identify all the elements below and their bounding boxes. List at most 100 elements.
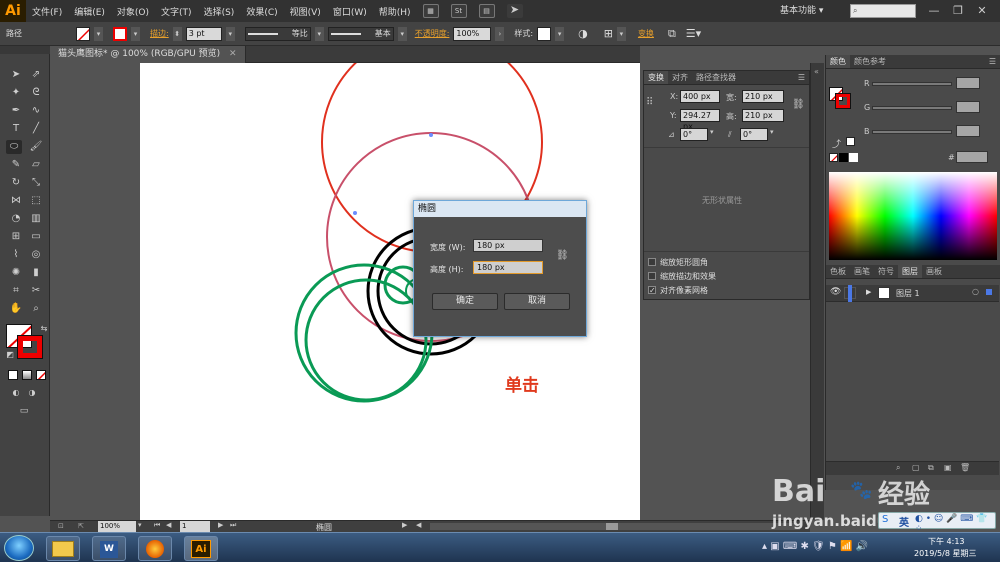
scroll-left-icon[interactable]: ◀ xyxy=(416,521,421,529)
panel-menu-icon[interactable]: ☰ xyxy=(794,71,809,84)
magic-wand-tool-icon[interactable]: ✦ xyxy=(8,86,24,100)
color-spectrum[interactable] xyxy=(829,172,997,260)
align-dropdown[interactable]: ▾ xyxy=(616,26,626,41)
paintbrush-tool-icon[interactable]: 🖌 xyxy=(28,140,44,154)
tab-pathfinder[interactable]: 路径查找器 xyxy=(692,71,740,84)
lasso-tool-icon[interactable]: ᘓ xyxy=(28,86,44,100)
opacity-field[interactable]: 100% xyxy=(453,26,492,41)
none-color-swatch[interactable] xyxy=(829,153,838,162)
blend-tool-icon[interactable]: ◎ xyxy=(28,248,44,262)
shear-field[interactable]: 0° xyxy=(740,128,768,141)
default-colors-icon[interactable]: ◩ xyxy=(2,348,18,362)
arrange-documents-icon[interactable]: ▤ xyxy=(478,4,495,18)
color-mode-icon[interactable] xyxy=(8,370,18,380)
scroll-thumb[interactable] xyxy=(606,523,618,530)
tab-artboards[interactable]: 画板 xyxy=(922,265,946,278)
reference-point-icon[interactable]: ⠿ xyxy=(646,97,653,108)
menu-view[interactable]: 视图(V) xyxy=(284,5,327,18)
pencil-tool-icon[interactable]: ✎ xyxy=(8,158,24,172)
shape-builder-tool-icon[interactable]: ◔ xyxy=(8,212,24,226)
layer-row[interactable]: 👁 ▶ 图层 1 ○ xyxy=(826,285,999,302)
out-of-gamut-icon[interactable]: ⤴ xyxy=(832,137,841,150)
style-dropdown[interactable]: ▾ xyxy=(555,26,565,41)
menu-select[interactable]: 选择(S) xyxy=(198,5,241,18)
white-swatch[interactable] xyxy=(849,153,858,162)
free-transform-tool-icon[interactable]: ⬚ xyxy=(28,194,44,208)
b-field[interactable] xyxy=(956,125,980,137)
symbol-sprayer-tool-icon[interactable]: ✺ xyxy=(8,266,24,280)
scale-tool-icon[interactable]: ⤡ xyxy=(28,176,44,190)
slice-tool-icon[interactable]: ✂ xyxy=(28,284,44,298)
cancel-button[interactable]: 取消 xyxy=(504,293,570,310)
collapse-panels-icon[interactable]: « xyxy=(814,67,819,76)
ok-button[interactable]: 确定 xyxy=(432,293,498,310)
gradient-tool-icon[interactable]: ▭ xyxy=(28,230,44,244)
anchor-point[interactable] xyxy=(353,211,357,215)
hand-tool-icon[interactable]: ✋ xyxy=(8,302,24,316)
stroke-stepper[interactable]: ⬍ xyxy=(172,26,182,41)
last-artboard-icon[interactable]: ⏭ xyxy=(230,521,236,530)
none-mode-icon[interactable] xyxy=(36,370,46,380)
maximize-button[interactable]: ❐ xyxy=(950,3,966,19)
menu-object[interactable]: 对象(O) xyxy=(111,5,155,18)
document-tab[interactable]: 猫头鹰图标* @ 100% (RGB/GPU 预览) ✕ xyxy=(50,46,246,63)
menu-type[interactable]: 文字(T) xyxy=(155,5,198,18)
stroke-weight-field[interactable]: 3 pt xyxy=(185,26,222,41)
zoom-tool-icon[interactable]: ⌕ xyxy=(28,302,44,316)
menu-window[interactable]: 窗口(W) xyxy=(327,5,373,18)
stroke-color-box[interactable] xyxy=(17,335,43,359)
align-pixel-grid-checkbox[interactable]: ✓ xyxy=(648,286,656,295)
tab-align[interactable]: 对齐 xyxy=(668,71,692,84)
workspace-switcher[interactable]: 基本功能 ▾ xyxy=(780,3,842,19)
zoom-dropdown-icon[interactable]: ▾ xyxy=(138,521,142,529)
menu-help[interactable]: 帮助(H) xyxy=(373,5,417,18)
layer-name[interactable]: 图层 1 xyxy=(896,288,920,299)
menu-effect[interactable]: 效果(C) xyxy=(240,5,283,18)
artboard-number-field[interactable]: 1 xyxy=(180,521,210,532)
opacity-dropdown[interactable]: › xyxy=(495,26,505,41)
export-icon[interactable]: ⇱ xyxy=(78,522,84,530)
width-field[interactable]: 210 px xyxy=(742,90,784,103)
stroke-label[interactable]: 描边: xyxy=(150,28,169,39)
perspective-grid-tool-icon[interactable]: ▥ xyxy=(28,212,44,226)
stroke-dropdown[interactable]: ▾ xyxy=(131,26,140,41)
menu-edit[interactable]: 编辑(E) xyxy=(68,5,111,18)
g-slider[interactable] xyxy=(872,106,952,110)
horizontal-scrollbar[interactable] xyxy=(430,523,800,530)
g-field[interactable] xyxy=(956,101,980,113)
tab-symbols[interactable]: 符号 xyxy=(874,265,898,278)
dialog-title[interactable]: 椭圆 xyxy=(414,201,586,217)
ime-toolbar[interactable]: S 英 ◐ • ☺ 🎤 ⌨ 👕 ⁘ xyxy=(878,512,996,534)
variable-width-profile[interactable]: 等比 xyxy=(244,26,311,41)
search-input[interactable]: ⌕ xyxy=(850,4,916,18)
constrain-proportions-icon[interactable]: ⛓ xyxy=(792,99,805,110)
column-graph-tool-icon[interactable]: ▮ xyxy=(28,266,44,280)
graphic-style-swatch[interactable] xyxy=(537,26,552,41)
width-input[interactable]: 180 px xyxy=(473,239,543,252)
tab-close-icon[interactable]: ✕ xyxy=(229,49,237,59)
target-icon[interactable]: ○ xyxy=(972,287,979,296)
hex-field[interactable] xyxy=(956,151,988,163)
visibility-eye-icon[interactable]: 👁 xyxy=(830,287,841,297)
eraser-tool-icon[interactable]: ▱ xyxy=(28,158,44,172)
tab-layers[interactable]: 图层 xyxy=(898,265,922,278)
shear-dropdown-icon[interactable]: ▾ xyxy=(770,128,774,136)
width-tool-icon[interactable]: ⋈ xyxy=(8,194,24,208)
send-icon[interactable]: ➤ xyxy=(506,4,523,18)
start-button[interactable] xyxy=(4,535,34,561)
pen-tool-icon[interactable]: ✒ xyxy=(8,104,24,118)
tray-date[interactable]: 2019/5/8 星期三 xyxy=(914,548,976,559)
fill-dropdown[interactable]: ▾ xyxy=(94,26,103,41)
align-icon[interactable]: ⊞ xyxy=(604,27,613,40)
scale-corners-checkbox[interactable] xyxy=(648,258,656,266)
r-field[interactable] xyxy=(956,77,980,89)
web-safe-swatch[interactable] xyxy=(846,137,855,146)
mesh-tool-icon[interactable]: ⊞ xyxy=(8,230,24,244)
opacity-label[interactable]: 不透明度: xyxy=(415,28,450,39)
next-artboard-icon[interactable]: ▶ xyxy=(218,521,223,529)
line-tool-icon[interactable]: ╱ xyxy=(28,122,44,136)
screen-mode-icon[interactable]: ▭ xyxy=(16,404,32,418)
profile-dropdown[interactable]: ▾ xyxy=(314,26,324,41)
tab-brushes[interactable]: 画笔 xyxy=(850,265,874,278)
draw-behind-icon[interactable]: ◑ xyxy=(24,386,40,400)
